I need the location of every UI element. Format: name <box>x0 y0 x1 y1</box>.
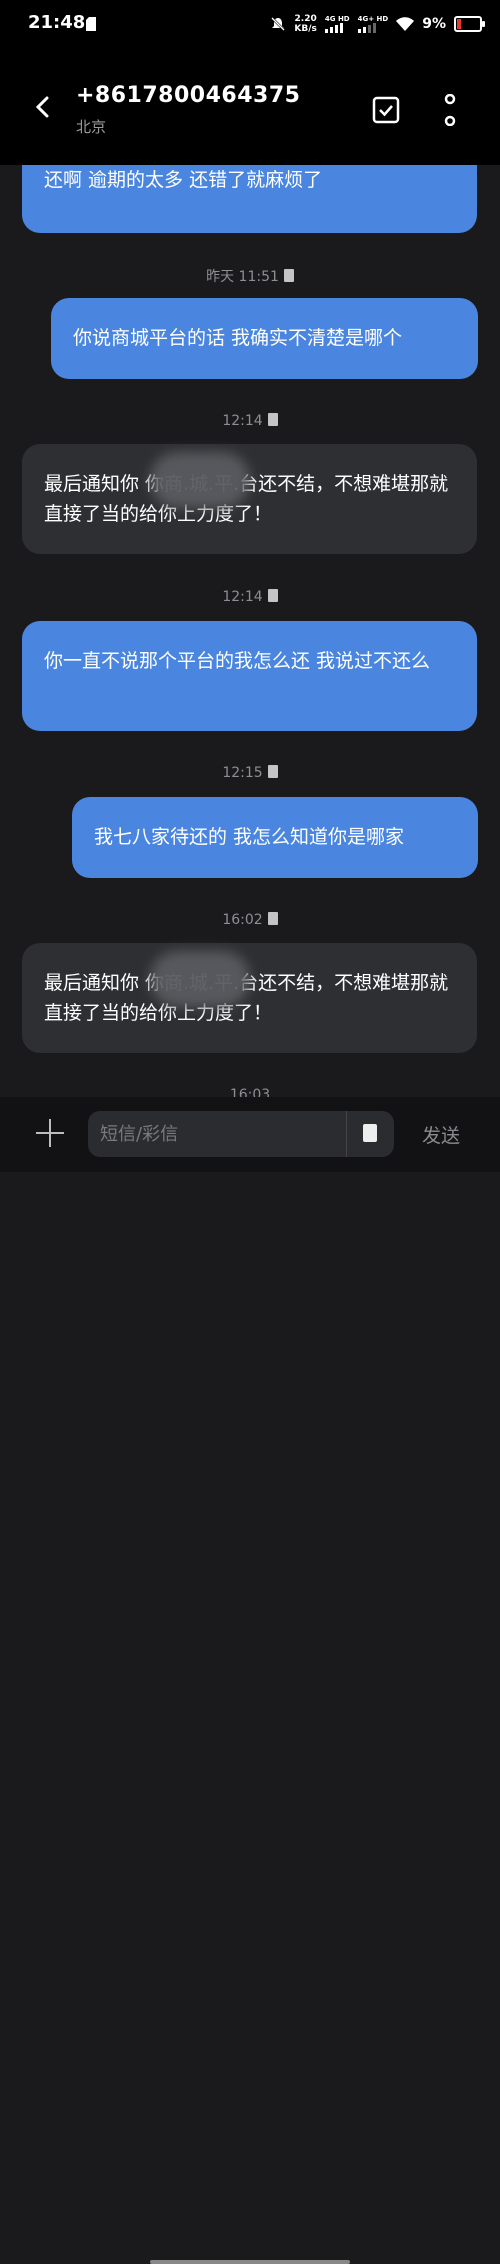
redacted-blur <box>150 452 250 508</box>
battery-percent: 9% <box>422 16 446 32</box>
sms-type-icon <box>267 765 278 778</box>
sms-type-icon <box>267 413 278 426</box>
status-time: 21:48 <box>28 12 86 33</box>
message-bubble-outgoing[interactable]: 你是五子花还是羽特花还是什么 我特害是哪个好还啊 逾期的太多 还错了就麻烦了 <box>22 165 477 233</box>
sms-type-icon <box>267 589 278 602</box>
battery-icon <box>454 16 485 32</box>
redacted-blur <box>150 951 250 1007</box>
status-bar: 21:48 2.20 KB/s 4G HD 4G+ HD 9% <box>0 0 500 52</box>
message-bubble-outgoing[interactable]: 你一直不说那个平台的我怎么还 我说过不还么 <box>22 621 477 731</box>
back-arrow-icon[interactable] <box>28 92 58 122</box>
message-timestamp: 16:02 <box>0 912 500 928</box>
message-bubble-incoming[interactable]: 最后通知你 你商.城.平.台还不结，不想难堪那就直接了当的给你上力度了！ <box>22 444 477 554</box>
sim2-signal: 4G+ HD <box>357 15 388 33</box>
message-list[interactable]: 你是五子花还是羽特花还是什么 我特害是哪个好还啊 逾期的太多 还错了就麻烦了 昨… <box>0 165 500 1097</box>
sim-card-icon <box>86 17 96 31</box>
wifi-icon <box>396 17 415 31</box>
more-options-icon[interactable] <box>438 94 462 126</box>
send-button[interactable]: 发送 <box>422 1121 460 1148</box>
network-speed: 2.20 KB/s <box>294 14 317 34</box>
add-attachment-icon[interactable] <box>36 1119 64 1147</box>
status-indicators: 2.20 KB/s 4G HD 4G+ HD 9% <box>270 14 485 34</box>
message-timestamp: 12:14 <box>0 413 500 429</box>
message-timestamp: 16:03 <box>229 1087 271 1097</box>
sms-type-icon <box>283 269 294 282</box>
contact-phone-number: +8617800464375 <box>76 83 301 108</box>
message-timestamp: 12:15 <box>0 765 500 781</box>
message-bubble-outgoing[interactable]: 你说商城平台的话 我确实不清楚是哪个 <box>51 298 478 379</box>
conversation-header: +8617800464375 北京 <box>0 52 500 165</box>
sim1-signal: 4G HD <box>324 15 350 33</box>
contact-location: 北京 <box>76 118 107 136</box>
sim-card-icon <box>363 1124 377 1142</box>
mute-icon <box>271 17 286 31</box>
sms-type-icon <box>267 912 278 925</box>
sim-select-button[interactable] <box>346 1111 395 1157</box>
message-composer: 发送 <box>0 1097 500 2264</box>
message-bubble-incoming[interactable]: 最后通知你 你商.城.平.台还不结，不想难堪那就直接了当的给你上力度了！ <box>22 943 477 1053</box>
select-checkbox-icon[interactable] <box>372 96 400 124</box>
message-timestamp: 昨天 11:51 <box>0 266 500 286</box>
message-bubble-outgoing[interactable]: 我七八家待还的 我怎么知道你是哪家 <box>72 797 478 878</box>
home-indicator[interactable] <box>150 2260 350 2264</box>
message-timestamp: 12:14 <box>0 589 500 605</box>
